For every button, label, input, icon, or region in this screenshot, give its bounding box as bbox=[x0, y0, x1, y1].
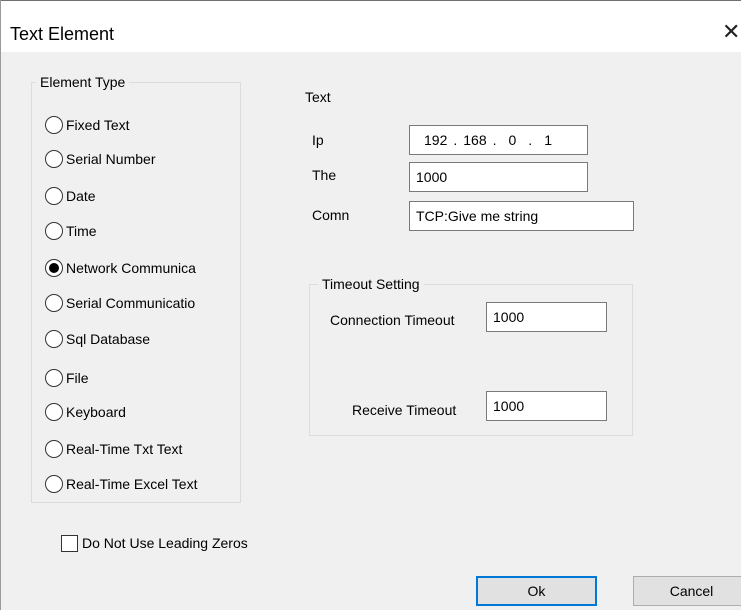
ip-separator: . bbox=[453, 132, 458, 148]
radio-serial-number[interactable]: Serial Number bbox=[45, 148, 155, 170]
radio-label: Sql Database bbox=[66, 331, 151, 347]
text-heading: Text bbox=[305, 89, 331, 105]
radio-serial-communication[interactable]: Serial Communicatio bbox=[45, 292, 226, 314]
radio-label: Network Communica bbox=[66, 260, 196, 276]
radio-sql-database[interactable]: Sql Database bbox=[45, 328, 150, 350]
radio-label: Date bbox=[66, 188, 96, 204]
radio-network-communication[interactable]: Network Communica bbox=[45, 257, 226, 279]
comn-input[interactable]: TCP:Give me string bbox=[409, 201, 634, 231]
radio-icon[interactable] bbox=[45, 475, 63, 493]
ip-separator: . bbox=[528, 132, 533, 148]
connection-timeout-label: Connection Timeout bbox=[330, 312, 455, 328]
dialog-title: Text Element bbox=[10, 24, 115, 44]
radio-icon[interactable] bbox=[45, 369, 63, 387]
radio-label: Fixed Text bbox=[66, 117, 130, 133]
connection-timeout-input[interactable]: 1000 bbox=[486, 302, 607, 332]
ip-octet-1[interactable]: 192 bbox=[424, 126, 447, 154]
radio-label: Real-Time Excel Text bbox=[66, 476, 198, 492]
ip-octet-2[interactable]: 168 bbox=[463, 126, 486, 154]
ip-label: Ip bbox=[312, 132, 324, 148]
radio-label: Serial Communicatio bbox=[66, 295, 196, 311]
leading-zeros-label: Do Not Use Leading Zeros bbox=[82, 535, 248, 551]
receive-timeout-input[interactable]: 1000 bbox=[486, 391, 607, 421]
radio-date[interactable]: Date bbox=[45, 185, 96, 207]
radio-icon[interactable] bbox=[45, 116, 63, 134]
radio-label: Time bbox=[66, 223, 97, 239]
radio-label: Real-Time Txt Text bbox=[66, 441, 183, 457]
ok-button[interactable]: Ok bbox=[476, 576, 597, 606]
radio-icon[interactable] bbox=[45, 222, 63, 240]
radio-time[interactable]: Time bbox=[45, 220, 97, 242]
radio-icon[interactable] bbox=[45, 294, 63, 312]
radio-label: Keyboard bbox=[66, 404, 126, 420]
radio-realtime-excel[interactable]: Real-Time Excel Text bbox=[45, 473, 226, 495]
window-border-left bbox=[0, 0, 1, 610]
radio-selected-icon[interactable] bbox=[45, 259, 63, 277]
cancel-button[interactable]: Cancel bbox=[633, 576, 741, 606]
radio-icon[interactable] bbox=[45, 440, 63, 458]
window-border-top bbox=[0, 0, 741, 1]
radio-label: File bbox=[66, 370, 89, 386]
comn-label: Comn bbox=[312, 207, 350, 223]
close-icon[interactable]: ✕ bbox=[722, 18, 741, 46]
radio-icon[interactable] bbox=[45, 403, 63, 421]
radio-label: Serial Number bbox=[66, 151, 156, 167]
radio-fixed-text[interactable]: Fixed Text bbox=[45, 114, 130, 136]
radio-icon[interactable] bbox=[45, 330, 63, 348]
radio-realtime-txt[interactable]: Real-Time Txt Text bbox=[45, 438, 182, 460]
timeout-label: Timeout Setting bbox=[318, 275, 424, 293]
radio-file[interactable]: File bbox=[45, 367, 89, 389]
radio-icon[interactable] bbox=[45, 187, 63, 205]
ip-octet-3[interactable]: 0 bbox=[509, 126, 517, 154]
radio-keyboard[interactable]: Keyboard bbox=[45, 401, 126, 423]
the-label: The bbox=[312, 167, 337, 183]
the-input[interactable]: 1000 bbox=[409, 162, 588, 192]
ip-octet-4[interactable]: 1 bbox=[544, 126, 552, 154]
receive-timeout-label: Receive Timeout bbox=[352, 402, 457, 418]
element-type-label: Element Type bbox=[36, 73, 130, 91]
radio-icon[interactable] bbox=[45, 150, 63, 168]
checkbox-icon[interactable] bbox=[61, 534, 78, 552]
ip-address-field[interactable]: 192 . 168 . 0 . 1 bbox=[409, 125, 588, 155]
leading-zeros-checkbox-row[interactable]: Do Not Use Leading Zeros bbox=[61, 533, 248, 553]
ip-separator: . bbox=[492, 132, 497, 148]
